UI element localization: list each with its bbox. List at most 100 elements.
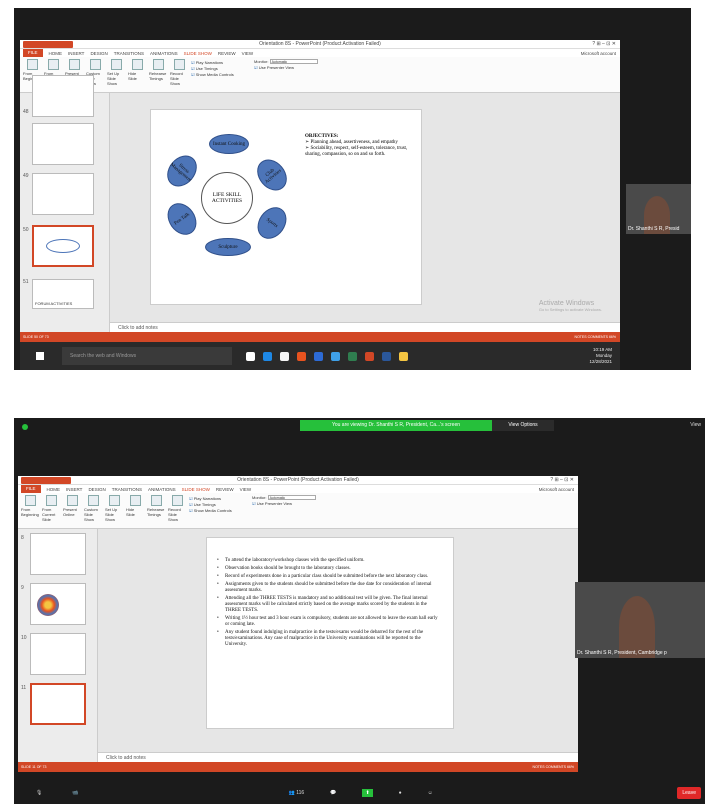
media-controls-check[interactable]: Show Media Controls — [191, 72, 251, 77]
setup-show-button[interactable]: Set Up Slide Show — [107, 59, 125, 90]
participant-video[interactable]: Dr. Shanthi S R, Presid — [626, 184, 691, 234]
word-icon[interactable] — [382, 351, 391, 361]
quick-access-toolbar[interactable] — [23, 41, 73, 48]
tab-review[interactable]: REVIEW — [216, 487, 234, 492]
play-narrations-check[interactable]: Play Narrations — [189, 496, 249, 501]
leave-button[interactable]: Leave — [677, 787, 701, 799]
view-button[interactable]: View — [690, 422, 701, 428]
hide-slide-button[interactable]: Hide Slide — [128, 59, 146, 90]
notes-pane[interactable]: Click to add notes — [98, 752, 578, 762]
rehearse-button[interactable]: Rehearse Timings — [147, 495, 165, 526]
tab-transitions[interactable]: TRANSITIONS — [112, 487, 142, 492]
presenter-view-check[interactable]: Use Presenter View — [254, 65, 364, 70]
ellipse-pen-talk: Pen Talk — [161, 197, 203, 241]
files-icon[interactable] — [399, 351, 408, 361]
notes-pane[interactable]: Click to add notes — [110, 322, 620, 332]
thumb-slide-50[interactable] — [32, 225, 94, 267]
chrome-icon[interactable] — [348, 351, 357, 361]
slide-count: SLIDE 50 OF 73 — [23, 335, 49, 339]
tab-slide-show[interactable]: SLIDE SHOW — [182, 487, 210, 492]
monitor-select[interactable]: Automatic — [269, 59, 318, 64]
media-controls-check[interactable]: Show Media Controls — [189, 508, 249, 513]
windows-start-icon[interactable] — [36, 352, 44, 360]
video-off-icon[interactable]: 📹 — [72, 790, 78, 796]
record-icon[interactable]: ● — [399, 790, 402, 796]
tab-design[interactable]: DESIGN — [90, 51, 107, 56]
rule-item: Attending all the THREE TESTS is mandato… — [215, 596, 441, 614]
security-icon[interactable] — [22, 424, 28, 430]
tab-transitions[interactable]: TRANSITIONS — [114, 51, 144, 56]
app-icon[interactable] — [314, 351, 323, 361]
view-options-button[interactable]: View Options — [492, 420, 554, 431]
record-button[interactable]: Record Slide Show — [170, 59, 188, 90]
tab-view[interactable]: VIEW — [242, 51, 254, 56]
tab-view[interactable]: VIEW — [240, 487, 252, 492]
window-controls[interactable]: ? ⊞ – ⊡ ✕ — [550, 476, 574, 485]
tab-animations[interactable]: ANIMATIONS — [150, 51, 178, 56]
from-beginning-button[interactable]: From Beginning — [21, 495, 39, 526]
record-icon — [171, 495, 183, 506]
zoom-level[interactable]: 66% — [609, 335, 616, 339]
current-slide[interactable]: To attend the laboratory/workshop classe… — [206, 537, 454, 729]
system-clock[interactable]: 10:19 AM Monday 12/28/2021 — [589, 347, 612, 365]
taskbar-search[interactable]: Search the web and Windows — [62, 347, 232, 365]
from-current-button[interactable]: From Current Slide — [42, 495, 60, 526]
setup-checks: Play Narrations Use Timings Show Media C… — [189, 495, 249, 526]
play-narrations-check[interactable]: Play Narrations — [191, 60, 251, 65]
hide-slide-button[interactable]: Hide Slide — [126, 495, 144, 526]
reactions-icon[interactable]: ☺ — [428, 790, 433, 796]
share-screen-icon[interactable]: ⬆ — [362, 789, 373, 797]
slide-thumbnails[interactable]: 8 9 10 11 — [18, 529, 98, 772]
setup-show-button[interactable]: Set Up Slide Show — [105, 495, 123, 526]
tab-file[interactable]: FILE — [23, 49, 43, 57]
window-controls[interactable]: ? ⊞ – ⊡ ✕ — [592, 40, 616, 49]
powerpoint-icon[interactable] — [365, 351, 374, 361]
rehearse-button[interactable]: Rehearse Timings — [149, 59, 167, 90]
notes-comments[interactable]: NOTES COMMENTS — [575, 335, 608, 339]
tab-file[interactable]: FILE — [21, 485, 41, 493]
use-timings-check[interactable]: Use Timings — [191, 66, 251, 71]
account-link[interactable]: Microsoft account — [581, 51, 616, 56]
slide-thumbnails[interactable]: 48 49 50 51 FORUM ACTIVITIES — [20, 75, 110, 342]
presenter-view-check[interactable]: Use Presenter View — [252, 501, 352, 506]
tab-review[interactable]: REVIEW — [218, 51, 236, 56]
thumb-slide-10[interactable] — [30, 633, 86, 675]
quick-access-toolbar[interactable] — [21, 477, 71, 484]
tab-insert[interactable]: INSERT — [68, 51, 84, 56]
participants-icon[interactable]: 👥 116 — [289, 790, 305, 796]
firefox-icon[interactable] — [297, 351, 306, 361]
tab-insert[interactable]: INSERT — [66, 487, 82, 492]
use-timings-check[interactable]: Use Timings — [189, 502, 249, 507]
store-icon[interactable] — [280, 351, 289, 361]
account-link[interactable]: Microsoft account — [539, 487, 574, 492]
thumb-slide-9[interactable] — [30, 583, 86, 625]
participant-video[interactable]: Dr. Shanthi S R, President, Cambridge p — [575, 582, 705, 658]
thumb-slide-8[interactable] — [30, 533, 86, 575]
notes-comments[interactable]: NOTES COMMENTS — [533, 765, 566, 769]
button-label: Record Slide Show — [168, 507, 181, 522]
thumb-slide-11[interactable] — [30, 683, 86, 725]
tab-design[interactable]: DESIGN — [88, 487, 105, 492]
zoom-level[interactable]: 66% — [567, 765, 574, 769]
monitor-select[interactable]: Automatic — [267, 495, 316, 500]
current-slide[interactable]: LIFE SKILL ACTIVITIES Instant Cooking Cl… — [150, 109, 422, 305]
custom-show-button[interactable]: Custom Slide Show — [84, 495, 102, 526]
tab-animations[interactable]: ANIMATIONS — [148, 487, 176, 492]
thumb-slide-49[interactable] — [32, 173, 94, 215]
task-view-icon[interactable] — [246, 351, 255, 361]
record-button[interactable]: Record Slide Show — [168, 495, 186, 526]
edge-icon[interactable] — [263, 351, 272, 361]
thumb-slide-51[interactable]: FORUM ACTIVITIES — [32, 279, 94, 309]
thumb-slide-47[interactable] — [32, 75, 94, 117]
rule-item: Observation books should be brought to t… — [215, 566, 441, 572]
thumb-slide-48[interactable] — [32, 123, 94, 165]
tab-home[interactable]: HOME — [47, 487, 61, 492]
present-online-button[interactable]: Present Online — [63, 495, 81, 526]
tab-slide-show[interactable]: SLIDE SHOW — [184, 51, 212, 56]
tab-home[interactable]: HOME — [49, 51, 63, 56]
zoom-app-icon[interactable] — [331, 351, 340, 361]
globe-icon — [66, 495, 78, 506]
chat-icon[interactable]: 💬 — [330, 790, 336, 796]
ellipse-stress-management: Stress Management — [161, 149, 203, 193]
mute-icon[interactable]: 🎙 — [36, 790, 42, 796]
